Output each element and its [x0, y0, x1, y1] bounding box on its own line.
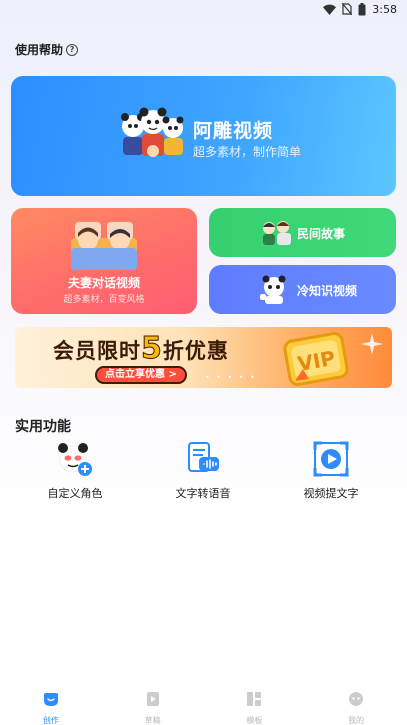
tab-drafts-label: 草稿 [144, 716, 161, 725]
promo-title-prefix: 会员限时 [53, 339, 141, 363]
couple-card-subtitle: 超多素材，百变风格 [63, 295, 145, 305]
folk-story-label: 民间故事 [297, 227, 346, 241]
text-to-speech-icon [188, 442, 219, 472]
cold-knowledge-card[interactable]: 冷知识视频 [209, 265, 396, 314]
tool-text-to-speech[interactable]: 文字转语音 [153, 441, 253, 501]
folk-people-icon [263, 221, 291, 245]
create-icon [43, 693, 58, 706]
promo-title: 会员限时5折优惠 [53, 331, 229, 367]
panda-thinking-icon [260, 275, 286, 304]
profile-icon [349, 692, 364, 706]
question-circle-icon: ? [66, 43, 79, 56]
panda-add-icon [58, 443, 92, 476]
template-icon [247, 692, 262, 706]
panda-group-illustration [121, 107, 184, 157]
tool-custom-role-label: 自定义角色 [47, 487, 103, 500]
tools-section-title: 实用功能 [15, 419, 71, 435]
couple-card-title: 夫妻对话视频 [67, 276, 140, 290]
tab-drafts[interactable]: 草稿 [123, 687, 183, 725]
tab-profile[interactable]: 我的 [326, 687, 386, 725]
tab-create-label: 创作 [42, 716, 59, 725]
tool-text-to-speech-label: 文字转语音 [175, 487, 231, 500]
hero-title: 阿雕视频 [193, 120, 274, 142]
bottom-tab-bar: 创作 草稿 模板 我的 [0, 687, 407, 725]
hero-subtitle: 超多素材，制作简单 [193, 145, 302, 159]
no-sim-icon [342, 3, 353, 15]
claim-offer-button[interactable]: 点击立享优惠 > [95, 366, 187, 384]
tab-templates-label: 模板 [246, 716, 263, 725]
cold-knowledge-label: 冷知识视频 [297, 284, 358, 298]
banner-dots: • • • • • [205, 373, 257, 382]
vip-promo-banner[interactable]: 会员限时5折优惠 点击立享优惠 > • • • • • VIP [15, 327, 392, 388]
couple-illustration [71, 222, 137, 270]
tool-video-extract-text[interactable]: 视频提文字 [281, 441, 381, 501]
help-label: 使用帮助 [15, 43, 64, 57]
tab-profile-label: 我的 [348, 716, 365, 725]
promo-discount-number: 5 [141, 331, 163, 367]
tool-custom-role[interactable]: 自定义角色 [25, 441, 125, 501]
video-extract-icon [313, 441, 349, 477]
tool-video-extract-text-label: 视频提文字 [303, 487, 359, 500]
sparkle-decoration-icon [361, 333, 383, 355]
tab-create[interactable]: 创作 [21, 687, 81, 725]
clock: 3:58 [372, 2, 397, 16]
vip-badge-icon: VIP [283, 332, 349, 386]
help-link[interactable]: 使用帮助 ? [15, 41, 79, 58]
tab-templates[interactable]: 模板 [224, 687, 284, 725]
wifi-icon [323, 4, 337, 15]
folk-story-card[interactable]: 民间故事 [209, 208, 396, 257]
draft-icon [146, 692, 159, 706]
battery-icon [358, 2, 366, 15]
promo-title-suffix: 折优惠 [162, 339, 229, 363]
status-bar: 3:58 [0, 0, 407, 18]
